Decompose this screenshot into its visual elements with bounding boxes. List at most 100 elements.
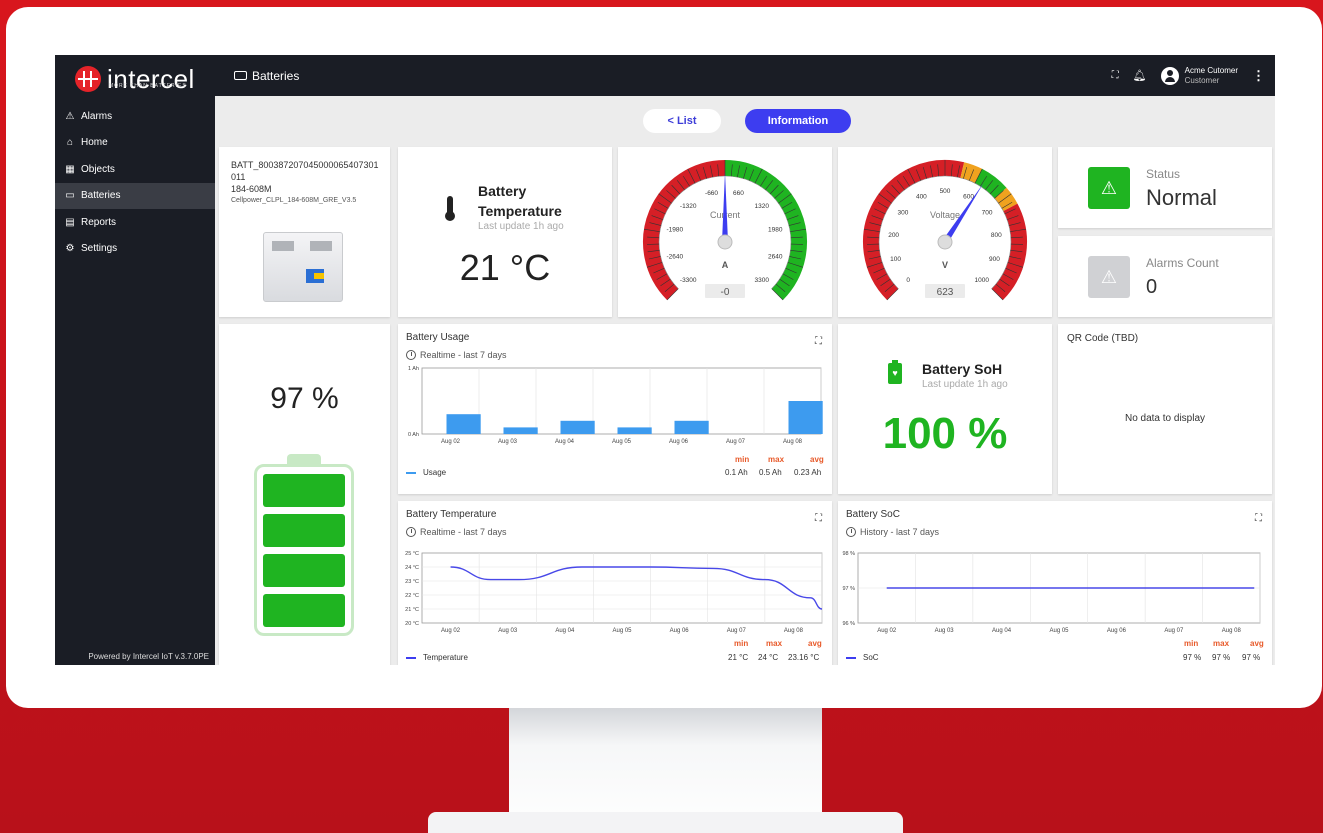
gauge-tick-label: -660 (705, 190, 718, 197)
x-tick-label: Aug 02 (441, 628, 461, 634)
stat-min-header: min (1184, 639, 1199, 648)
gauge-tick-label: -2640 (666, 253, 683, 260)
y-tick-label: 21 °C (405, 607, 419, 613)
gauge-tick-label: 400 (916, 194, 927, 201)
qr-empty: No data to display (1124, 413, 1206, 424)
user-name: Acme Cutomer (1184, 65, 1238, 75)
x-tick-label: Aug 08 (1222, 628, 1242, 634)
gauge-tick-label: -1980 (666, 227, 683, 234)
y-tick-label: 22 °C (405, 593, 419, 599)
more-vert-icon[interactable]: ⋮ (1252, 68, 1265, 84)
gauge-label: Voltage (930, 210, 960, 220)
qr-card: QR Code (TBD) No data to display (1058, 324, 1272, 494)
usage-legend-label[interactable]: Usage (423, 468, 446, 477)
alarms-card: ⚠ Alarms Count 0 (1058, 236, 1272, 317)
gauge-unit: A (722, 260, 729, 270)
stat-max-header: max (766, 639, 783, 648)
status-ok-icon: ⚠ (1088, 167, 1130, 209)
usage-max: 0.5 Ah (759, 468, 782, 477)
user-role: Customer (1184, 75, 1220, 85)
sidebar-item-home[interactable]: ⌂ Home (55, 130, 215, 157)
sidebar-item-reports[interactable]: ▤ Reports (55, 209, 215, 236)
temp-chart-card: Battery Temperature Realtime - last 7 da… (398, 501, 832, 665)
battery-icon: ▭ (65, 190, 75, 202)
clock-icon (406, 350, 416, 360)
gauge-value: -0 (721, 287, 730, 298)
logo-tagline: MORE THAN BATTERIES (109, 83, 187, 89)
soc-legend-label[interactable]: SoC (863, 653, 879, 662)
x-tick-label: Aug 02 (441, 439, 461, 445)
temp-legend-swatch (406, 657, 416, 659)
plot-area (421, 367, 822, 435)
fullscreen-icon[interactable]: ⛶ (1255, 513, 1262, 524)
temperature-value: 21 °C (459, 247, 551, 288)
y-tick-label: 20 °C (405, 621, 419, 627)
soc-chart: Aug 02 Aug 03 Aug 04 Aug 05 Aug 06 Aug 07 Aug … (842, 551, 1261, 634)
soc-chart-card: Battery SoC History - last 7 days ⛶ Aug … (838, 501, 1272, 665)
temp-max: 24 °C (758, 653, 779, 662)
temp-min: 21 °C (728, 653, 749, 662)
sidebar-item-label: Home (81, 137, 108, 149)
sidebar-item-batteries[interactable]: ▭ Batteries (55, 182, 215, 209)
top-bar: Batteries ⛶ 🔔︎ Acme Cutomer Customer ⋮ (215, 55, 1275, 96)
x-tick-label: Aug 07 (726, 439, 746, 445)
soc-max: 97 % (1212, 653, 1231, 662)
y-tick-label: 25 °C (405, 551, 419, 557)
usage-min: 0.1 Ah (725, 468, 748, 477)
page-title: Batteries (234, 69, 299, 83)
tab-information[interactable]: Information (745, 109, 851, 133)
x-tick-label: Aug 05 (1049, 628, 1069, 634)
soc-card: 97 % (219, 324, 390, 665)
thermometer-icon (445, 196, 455, 222)
logo[interactable]: intercel (75, 63, 195, 95)
gauge-tick-label: 200 (888, 232, 899, 239)
temp-legend-label[interactable]: Temperature (423, 653, 468, 662)
stat-avg-header: avg (808, 639, 822, 648)
x-tick-label: Aug 04 (992, 628, 1012, 634)
y-tick-label: 97 % (842, 586, 855, 592)
powered-by: Powered by Intercel IoT v.3.7.0PE (88, 652, 209, 661)
sidebar-item-objects[interactable]: ▦ Objects (55, 156, 215, 183)
device-model: 184-608M (231, 184, 272, 194)
gauge-unit: V (942, 260, 948, 270)
temperature-card: Battery Temperature Last update 1h ago 2… (398, 147, 612, 317)
series-line (450, 566, 823, 610)
plot-area (421, 552, 823, 624)
stat-max-header: max (768, 455, 785, 464)
bell-icon[interactable]: 🔔︎ (1133, 69, 1147, 82)
tab-list[interactable]: < List (643, 109, 721, 133)
x-tick-label: Aug 03 (498, 628, 518, 634)
x-tick-label: Aug 08 (784, 628, 804, 634)
monitor-base (428, 812, 903, 833)
y-tick-label: 96 % (842, 621, 855, 627)
y-tick-label: 23 °C (405, 579, 419, 585)
y-tick-label: 24 °C (405, 565, 419, 571)
sidebar-item-settings[interactable]: ⚙ Settings (55, 236, 215, 263)
sidebar-item-label: Batteries (81, 190, 121, 202)
gauge-tick-label: 660 (733, 190, 744, 197)
user-menu[interactable]: Acme Cutomer Customer (1160, 65, 1238, 86)
view-tabs: < List Information (215, 109, 1275, 133)
gauge-tick-label: 100 (890, 256, 901, 263)
status-card: ⚠ Status Normal (1058, 147, 1272, 228)
x-tick-label: Aug 05 (612, 439, 632, 445)
x-tick-label: Aug 08 (783, 439, 803, 445)
gauge-tick-label: 900 (989, 256, 1000, 263)
voltage-gauge: 01002003004005006007008009001000VoltageV… (863, 160, 1027, 301)
x-tick-label: Aug 07 (1164, 628, 1184, 634)
soh-title: Battery SoH (922, 361, 1003, 377)
sidebar-item-label: Alarms (81, 110, 113, 122)
usage-bar (560, 420, 595, 434)
fullscreen-icon[interactable]: ⛶ (1112, 70, 1119, 81)
sidebar-item-alarms[interactable]: ⚠ Alarms (55, 103, 215, 130)
temp-chart-subtitle: Realtime - last 7 days (406, 527, 507, 537)
y-tick-label: 0 Ah (408, 432, 419, 438)
gauge-tick-label: 1000 (975, 277, 990, 284)
gauge-hub (937, 234, 953, 250)
fullscreen-icon[interactable]: ⛶ (815, 513, 822, 524)
gauge-value: 623 (937, 287, 954, 298)
usage-avg: 0.23 Ah (794, 468, 822, 477)
sidebar-nav: ⚠ Alarms ⌂ Home ▦ Objects ▭ Batteries ▤ … (55, 103, 215, 262)
sidebar: intercel MORE THAN BATTERIES ⚠ Alarms ⌂ … (55, 55, 215, 665)
fullscreen-icon[interactable]: ⛶ (815, 336, 822, 347)
